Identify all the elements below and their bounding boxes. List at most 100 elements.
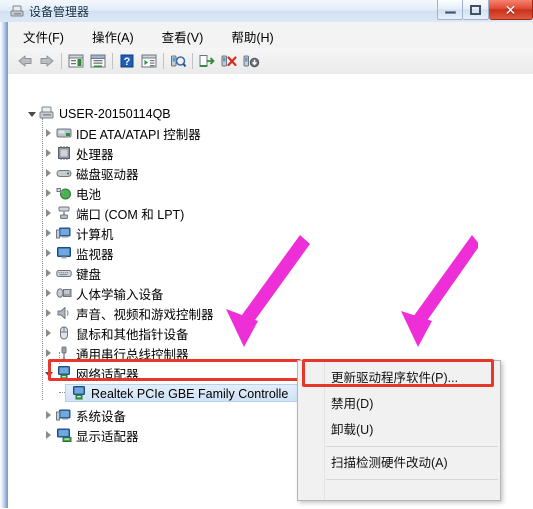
chevron-right-icon[interactable] <box>43 410 54 421</box>
uninstall-device-icon[interactable] <box>218 50 240 72</box>
update-driver-icon[interactable] <box>196 50 218 72</box>
minimize-icon <box>444 11 456 14</box>
scan-hardware-changes-icon[interactable] <box>167 50 189 72</box>
minimize-button[interactable] <box>437 0 463 20</box>
tree-row-display-adapters[interactable]: 显示适配器 <box>43 426 139 444</box>
tree-row-sound-video-game[interactable]: 声音、视频和游戏控制器 <box>43 304 214 322</box>
tree-row-keyboards[interactable]: 键盘 <box>43 264 101 282</box>
chevron-right-icon[interactable] <box>43 248 54 259</box>
tree-row-label: 键盘 <box>76 268 102 282</box>
menu-bar: 文件(F) 操作(A) 查看(V) 帮助(H) <box>8 22 533 49</box>
battery-icon <box>56 185 72 201</box>
chevron-right-icon[interactable] <box>43 188 54 199</box>
highlight-box-device-row <box>48 359 301 381</box>
tree-row-label: USER-20150114QB <box>59 106 171 121</box>
computer-icon <box>39 105 55 121</box>
maximize-icon <box>470 4 481 15</box>
close-button[interactable]: ✕ <box>489 0 533 20</box>
tree-row-label: IDE ATA/ATAPI 控制器 <box>76 128 201 142</box>
show-hide-action-pane-icon[interactable] <box>138 50 160 72</box>
tree-row-root[interactable]: USER-20150114QB <box>26 104 171 122</box>
computer-node-icon <box>56 225 72 241</box>
ctx-disable[interactable]: 禁用(D) <box>298 391 500 417</box>
device-manager-window: 设备管理器 ✕ 文件(F) 操作(A) 查看(V) 帮助(H) ? USER-2… <box>0 0 533 508</box>
toolbar-separator <box>112 53 113 69</box>
network-adapter-icon <box>71 385 87 401</box>
processor-icon <box>56 145 72 161</box>
ctx-scan-hardware[interactable]: 扫描检测硬件改动(A) <box>298 450 500 476</box>
chevron-right-icon[interactable] <box>43 430 54 441</box>
device-manager-icon <box>10 4 25 18</box>
context-menu-separator <box>326 446 498 447</box>
tree-row-computer[interactable]: 计算机 <box>43 224 114 242</box>
keyboard-icon <box>56 265 72 281</box>
menu-help[interactable]: 帮助(H) <box>228 26 276 47</box>
chevron-right-icon[interactable] <box>43 228 54 239</box>
svg-text:?: ? <box>124 56 131 68</box>
ports-icon <box>56 205 72 221</box>
toolbar: ? <box>8 48 533 75</box>
chevron-right-icon[interactable] <box>43 288 54 299</box>
hid-icon <box>56 285 72 301</box>
toolbar-separator <box>192 53 193 69</box>
disable-device-icon[interactable] <box>240 50 262 72</box>
tree-row-label: 计算机 <box>76 228 114 242</box>
tree-row-label: 系统设备 <box>76 410 127 424</box>
tree-row-hid[interactable]: 人体学输入设备 <box>43 284 164 302</box>
ctx-uninstall[interactable]: 卸载(U) <box>298 417 500 443</box>
tree-row-mice[interactable]: 鼠标和其他指针设备 <box>43 324 189 342</box>
tree-row-ports[interactable]: 端口 (COM 和 LPT) <box>43 204 184 222</box>
chevron-right-icon[interactable] <box>43 328 54 339</box>
chevron-right-icon[interactable] <box>43 348 54 359</box>
tree-row-label: 显示适配器 <box>76 430 139 444</box>
chevron-down-icon[interactable] <box>26 108 37 119</box>
show-hide-console-tree-icon[interactable] <box>65 50 87 72</box>
chevron-right-icon[interactable] <box>43 168 54 179</box>
disk-drive-icon <box>56 165 72 181</box>
chevron-right-icon[interactable] <box>43 268 54 279</box>
mouse-icon <box>56 325 72 341</box>
menu-items: 文件(F) 操作(A) 查看(V) 帮助(H) <box>20 26 277 47</box>
tree-row-label: 处理器 <box>76 148 114 162</box>
forward-icon[interactable] <box>36 50 58 72</box>
properties-icon[interactable] <box>87 50 109 72</box>
title-bar[interactable]: 设备管理器 ✕ <box>0 0 533 22</box>
chevron-right-icon[interactable] <box>43 148 54 159</box>
chevron-right-icon[interactable] <box>43 308 54 319</box>
monitor-icon <box>56 245 72 261</box>
help-icon[interactable]: ? <box>116 50 138 72</box>
menu-view[interactable]: 查看(V) <box>159 26 207 47</box>
tree-row-system-devices[interactable]: 系统设备 <box>43 406 126 424</box>
tree-row-label: 磁盘驱动器 <box>76 168 139 182</box>
system-device-icon <box>56 407 72 423</box>
toolbar-separator <box>61 53 62 69</box>
context-menu-separator <box>326 479 498 480</box>
tree-row-processors[interactable]: 处理器 <box>43 144 114 162</box>
chevron-right-icon[interactable] <box>43 128 54 139</box>
menu-action[interactable]: 操作(A) <box>89 26 137 47</box>
tree-row-monitors[interactable]: 监视器 <box>43 244 114 262</box>
tree-row-label: 鼠标和其他指针设备 <box>76 328 189 342</box>
close-icon: ✕ <box>504 1 517 18</box>
tree-row-label: 人体学输入设备 <box>76 288 164 302</box>
tree-row-label: 声音、视频和游戏控制器 <box>76 308 214 322</box>
ctx-properties[interactable] <box>298 483 500 509</box>
window-controls: ✕ <box>437 0 533 21</box>
sound-icon <box>56 305 72 321</box>
tree-row-realtek-adapter[interactable]: Realtek PCIe GBE Family Controlle <box>65 384 309 402</box>
maximize-button[interactable] <box>463 0 489 20</box>
tree-row-disk-drives[interactable]: 磁盘驱动器 <box>43 164 139 182</box>
tree-row-label: Realtek PCIe GBE Family Controlle <box>91 386 289 401</box>
back-icon[interactable] <box>14 50 36 72</box>
tree-row-batteries[interactable]: 电池 <box>43 184 101 202</box>
tree-row-label: 端口 (COM 和 LPT) <box>76 208 185 222</box>
highlight-box-update-driver <box>302 359 494 387</box>
menu-file[interactable]: 文件(F) <box>20 26 67 47</box>
chevron-right-icon[interactable] <box>43 208 54 219</box>
window-left-border <box>0 22 8 508</box>
tree-row-label: 电池 <box>76 188 102 202</box>
display-adapter-icon <box>56 427 72 443</box>
toolbar-separator <box>163 53 164 69</box>
toolbar-buttons: ? <box>14 50 262 72</box>
tree-row-ide-controllers[interactable]: IDE ATA/ATAPI 控制器 <box>43 124 201 142</box>
